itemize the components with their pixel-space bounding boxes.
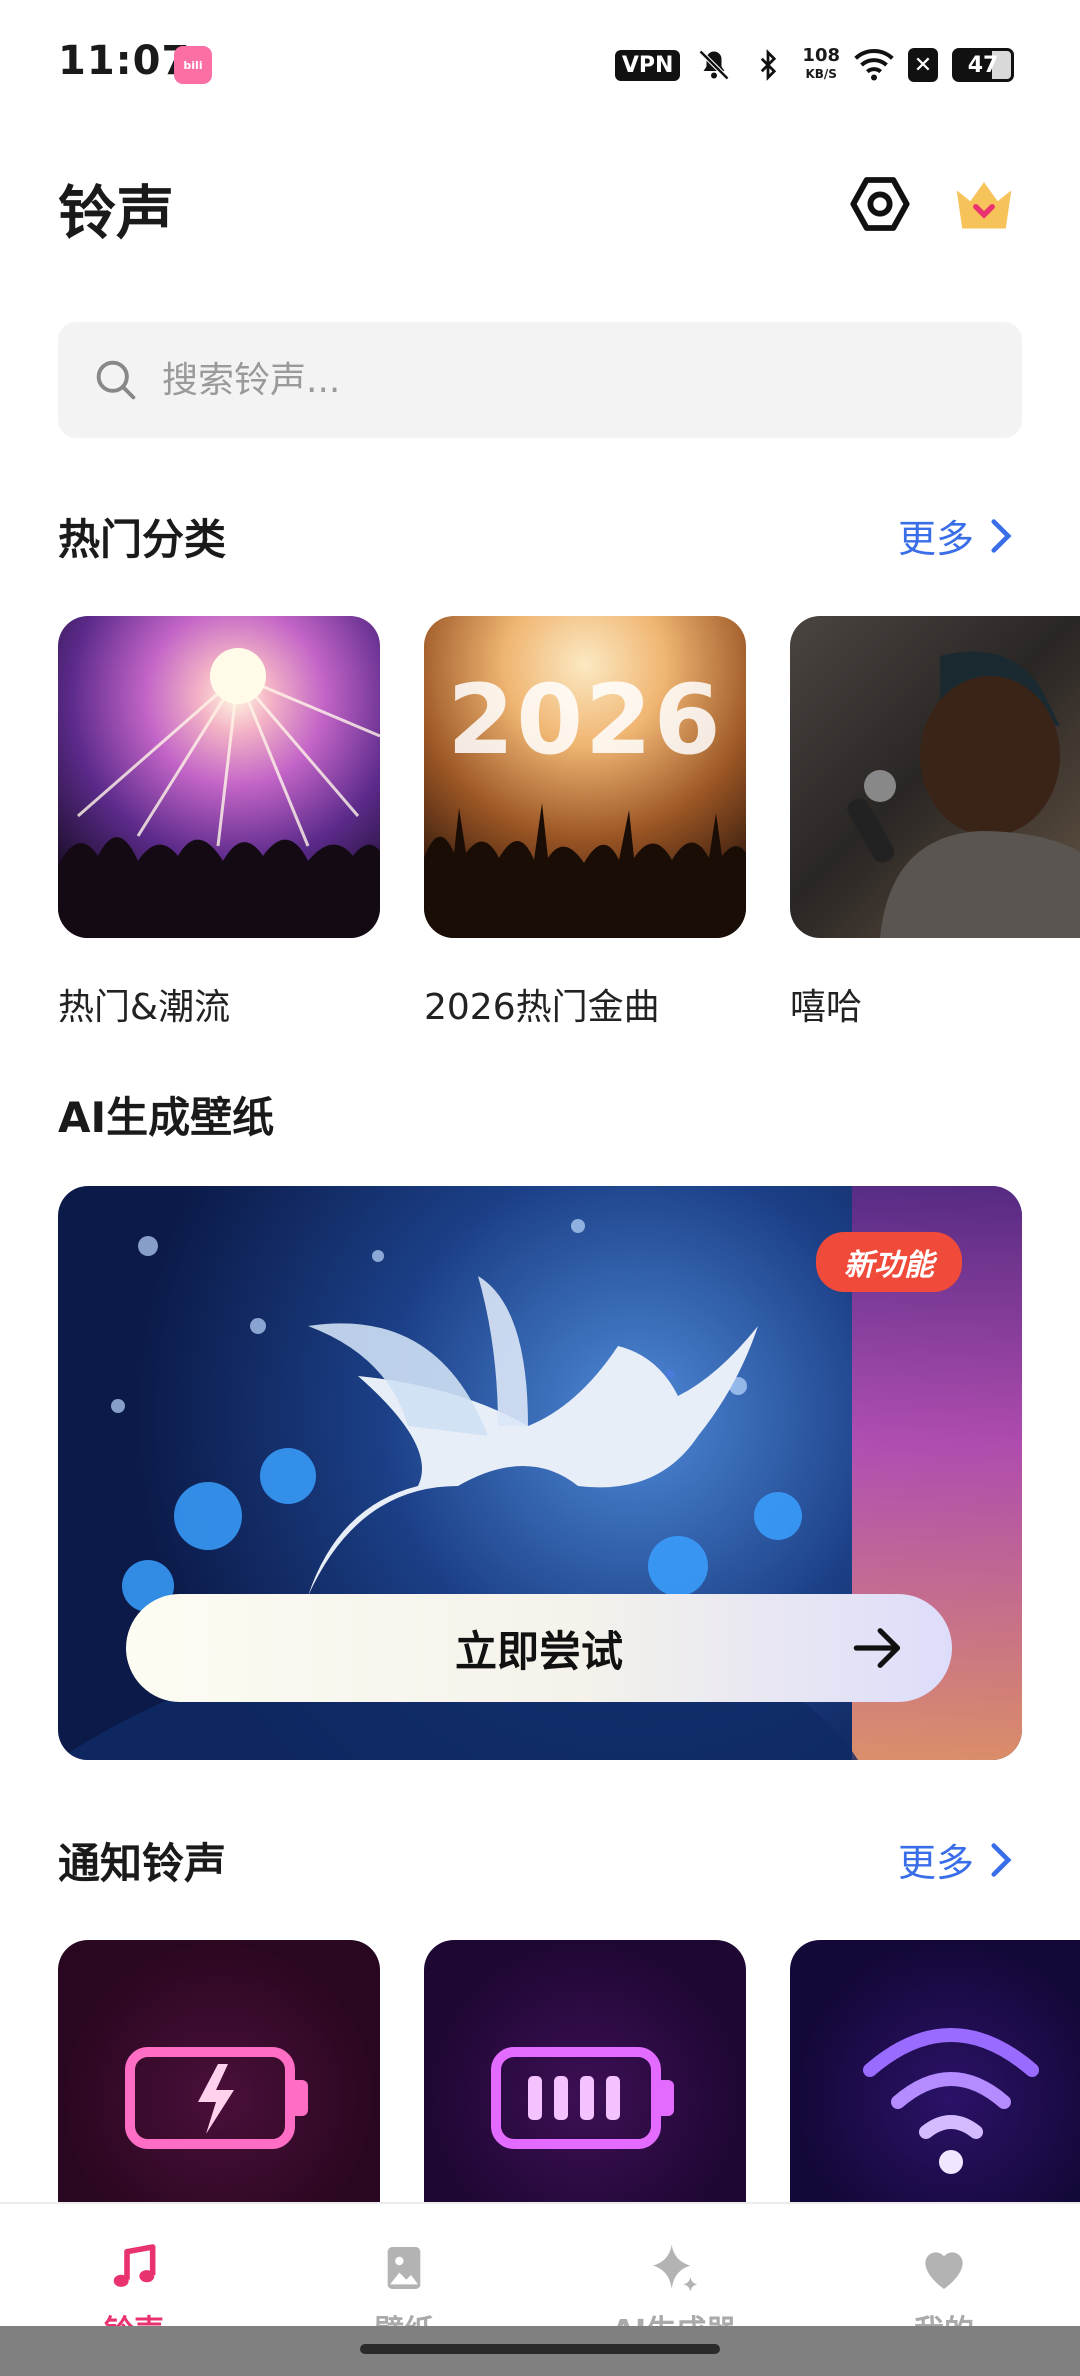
wifi-neon-icon	[863, 2028, 1039, 2174]
new-feature-badge: 新功能	[816, 1232, 962, 1292]
search-input[interactable]	[162, 359, 922, 401]
notification-card-battery-charging[interactable]	[58, 1940, 380, 2202]
settings-icon	[850, 177, 910, 231]
settings-button[interactable]	[840, 168, 920, 240]
image-icon	[387, 2247, 421, 2289]
bluetooth-icon	[748, 45, 788, 85]
chevron-right-icon	[991, 518, 1012, 553]
bottom-navigation: 铃声 壁纸 AI生成器 我的	[0, 2202, 1080, 2376]
more-label: 更多	[897, 517, 974, 561]
ai-wallpaper-banner[interactable]: 新功能 立即尝试	[58, 1186, 1022, 1760]
net-speed-value: 108	[802, 45, 840, 66]
vpn-badge: VPN	[614, 49, 681, 81]
notification-card-battery-full[interactable]	[424, 1940, 746, 2202]
crowd-silhouette-image	[424, 803, 746, 938]
thumbnail-year-text: 2026	[447, 664, 723, 776]
rapper-image	[847, 651, 1080, 938]
battery-level: 47	[967, 52, 999, 78]
concert-lights-image	[58, 648, 380, 938]
category-label: 嘻哈	[790, 987, 863, 1028]
close-box-icon: ✕	[908, 48, 938, 82]
category-card-2026-hits[interactable]: 2026 2026热门金曲	[424, 616, 746, 1030]
status-time: 11:07	[58, 38, 191, 84]
search-icon	[96, 360, 136, 400]
bilibili-app-icon: bili	[174, 46, 212, 84]
net-speed-unit: KB/S	[805, 67, 837, 81]
mute-icon	[694, 45, 734, 85]
category-thumbnail-2026: 2026	[424, 616, 746, 938]
chevron-right-icon	[991, 1842, 1012, 1877]
category-card-hot-trend[interactable]: 热门&潮流	[58, 616, 380, 1030]
net-speed: 108 KB/S	[802, 47, 840, 83]
battery-full-icon	[491, 2047, 674, 2149]
heart-icon	[925, 2252, 963, 2289]
search-bar[interactable]	[58, 322, 1022, 438]
hot-categories-list: 热门&潮流 2026 2026热门金曲 嘻哈	[58, 616, 1080, 1036]
try-now-button[interactable]: 立即尝试	[126, 1594, 952, 1702]
ai-wallpaper-title: AI生成壁纸	[58, 1093, 275, 1142]
hot-categories-more-link[interactable]: 更多	[898, 508, 1014, 563]
notification-ringtones-list	[58, 1940, 1080, 2202]
try-now-label: 立即尝试	[454, 1626, 623, 1676]
page-title: 铃声	[58, 179, 175, 247]
category-label: 热门&潮流	[58, 987, 231, 1028]
battery-icon: 47	[952, 48, 1014, 82]
ringtone-app-screen: 11:07 bili VPN 108KB/S ✕ 47 铃声 热门分类	[0, 0, 1080, 2376]
more-label: 更多	[897, 1841, 974, 1885]
category-thumbnail-rapper	[790, 616, 1080, 938]
status-icons: VPN 108 KB/S ✕ 47	[614, 40, 1014, 90]
hot-categories-title: 热门分类	[58, 515, 227, 564]
vip-crown-button[interactable]	[944, 168, 1024, 240]
arrow-right-icon	[853, 1628, 901, 1668]
notification-ringtones-more-link[interactable]: 更多	[898, 1832, 1014, 1887]
notification-card-wifi[interactable]	[790, 1940, 1080, 2202]
notification-ringtones-title: 通知铃声	[58, 1839, 227, 1888]
battery-charging-icon	[125, 2047, 308, 2149]
home-gesture-bar[interactable]	[360, 2344, 720, 2354]
wifi-icon	[854, 45, 894, 85]
category-card-hiphop[interactable]: 嘻哈	[790, 616, 1080, 1030]
status-bar: 11:07 bili VPN 108 KB/S ✕ 47	[0, 0, 1080, 130]
category-thumbnail-concert	[58, 616, 380, 938]
music-note-icon	[113, 2244, 156, 2287]
category-label: 2026热门金曲	[424, 987, 660, 1028]
crown-icon	[956, 182, 1012, 229]
sparkle-icon	[653, 2244, 698, 2292]
